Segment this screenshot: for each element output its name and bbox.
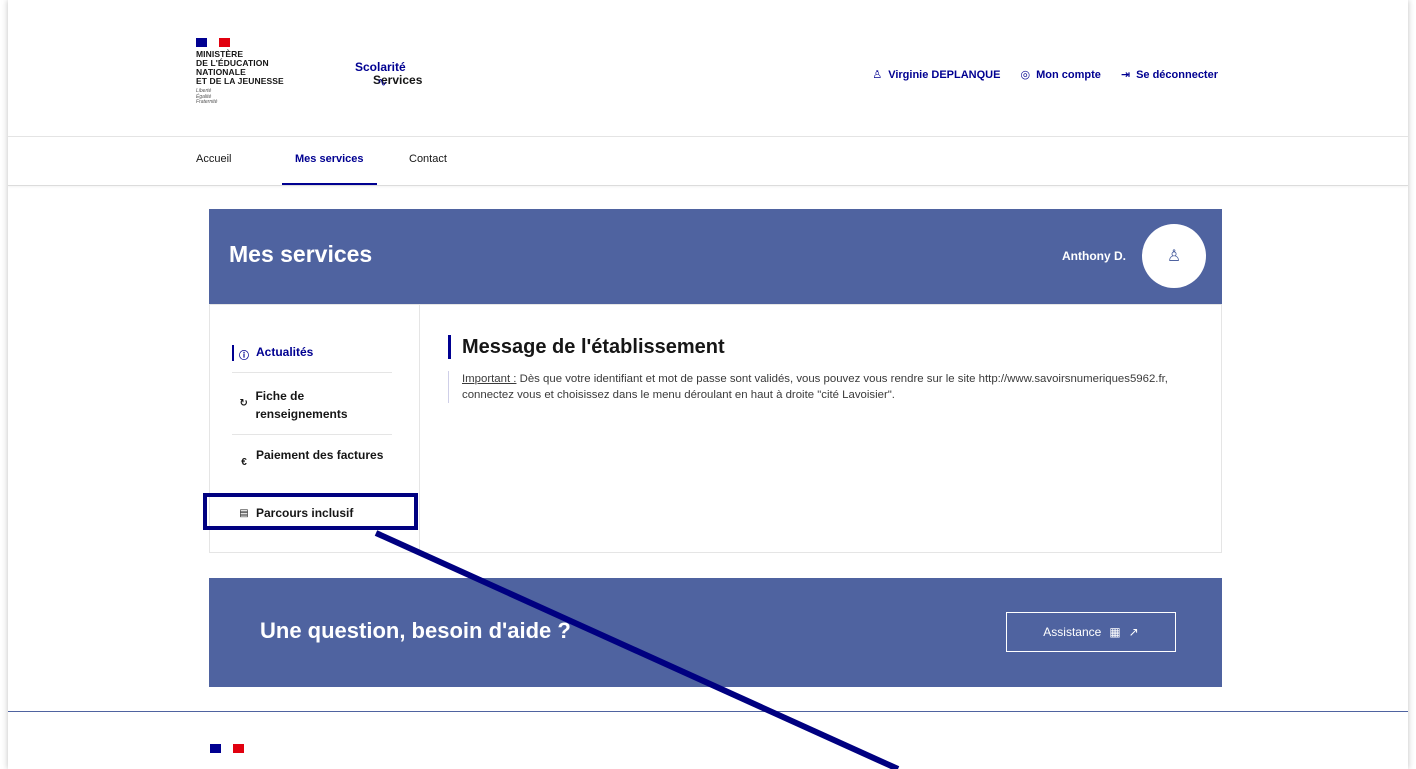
important-label: Important : (462, 373, 517, 385)
help-banner: Une question, besoin d'aide ? Assistance… (209, 578, 1222, 687)
page-frame: MINISTÈRE DE L'ÉDUCATION NATIONALE ET DE… (8, 0, 1408, 769)
message-title: Message de l'établissement (448, 335, 1208, 359)
message-text: Dès que votre identifiant et mot de pass… (462, 373, 1168, 401)
nav-item-mes-services[interactable]: Mes services (282, 137, 377, 185)
sidemenu-item-actualites[interactable]: ⓘ Actualités (232, 345, 393, 362)
sidemenu-item-paiement-factures[interactable]: € Paiement des factures (238, 446, 393, 472)
account-icon: ◎ (1020, 69, 1031, 81)
site-header: MINISTÈRE DE L'ÉDUCATION NATIONALE ET DE… (8, 0, 1408, 137)
nav-item-accueil[interactable]: Accueil (196, 137, 231, 185)
service-title[interactable]: Scolarité ∿ Services (355, 61, 422, 89)
refresh-icon: ↻ (239, 398, 248, 409)
swirl-icon: ∿ (377, 75, 388, 89)
footer-flag-icon (210, 744, 244, 753)
establishment-message: Message de l'établissement Important : D… (448, 335, 1208, 403)
external-link-icon: ↗ (1128, 625, 1139, 639)
ministry-logo[interactable]: MINISTÈRE DE L'ÉDUCATION NATIONALE ET DE… (196, 38, 326, 106)
nav-item-contact[interactable]: Contact (409, 137, 447, 185)
republic-motto: Liberté Égalité Fraternité (196, 88, 218, 105)
logout-link[interactable]: ⇥ Se déconnecter (1120, 68, 1218, 82)
info-icon: ⓘ (239, 351, 249, 362)
user-icon: ♙ (872, 69, 883, 81)
main-nav: Accueil Mes services Contact (8, 137, 1408, 186)
footer-divider (8, 711, 1408, 712)
assistance-button[interactable]: Assistance ▦ ↗ (1006, 612, 1176, 652)
help-title: Une question, besoin d'aide ? (260, 618, 571, 643)
sidemenu-item-fiche-renseignements[interactable]: ↻ Fiche de renseignements (238, 387, 393, 423)
divider (232, 372, 392, 373)
my-account-link[interactable]: ◎ Mon compte (1020, 68, 1100, 82)
user-icon: ♙ (1166, 248, 1182, 265)
republic-flag-icon (196, 38, 230, 47)
student-name: Anthony D. (1062, 249, 1126, 263)
ministry-name: MINISTÈRE DE L'ÉDUCATION NATIONALE ET DE… (196, 49, 284, 86)
message-body: Important : Dès que votre identifiant et… (448, 371, 1208, 403)
services-banner: Mes services Anthony D. ♙ (209, 209, 1222, 304)
euro-icon: € (241, 457, 247, 468)
annotation-highlight-box (203, 493, 418, 530)
user-profile-link[interactable]: ♙ Virginie DEPLANQUE (872, 68, 1000, 82)
page-title: Mes services (229, 241, 373, 267)
avatar[interactable]: ♙ (1142, 224, 1206, 288)
assistance-icon: ▦ (1109, 625, 1121, 639)
header-links: ♙ Virginie DEPLANQUE ◎ Mon compte ⇥ Se d… (872, 68, 1218, 82)
divider (232, 434, 392, 435)
logout-icon: ⇥ (1120, 69, 1131, 81)
